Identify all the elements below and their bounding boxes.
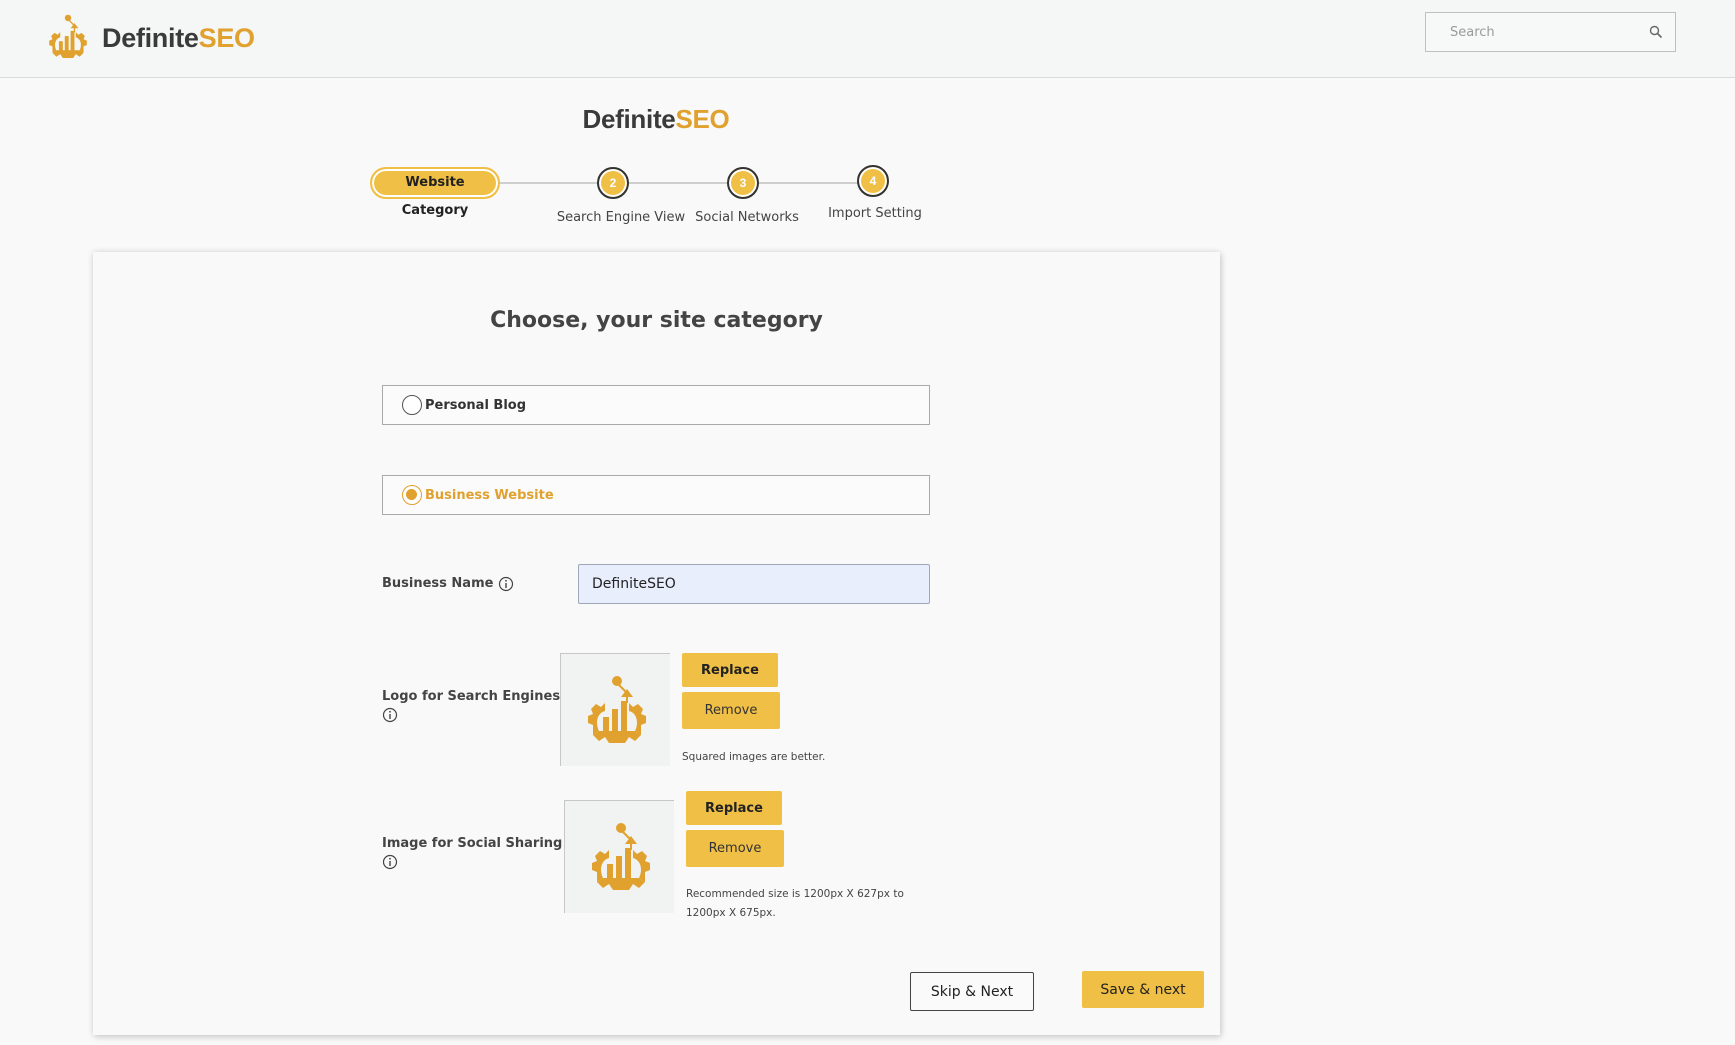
step-2-label[interactable]: Search Engine View [557, 210, 685, 225]
social-image-label: Image for Social Sharing [382, 835, 562, 871]
wizard-stepper: Website Category 2 Search Engine View 3 … [0, 160, 1000, 230]
brand-name: DefiniteSEO [102, 23, 255, 54]
info-icon[interactable] [382, 854, 398, 870]
stepper-line [500, 182, 874, 184]
logo-hint: Squared images are better. [682, 751, 826, 763]
wizard-title: DefiniteSEO [0, 104, 1312, 135]
business-name-label: Business Name [382, 575, 514, 593]
logo-replace-button[interactable]: Replace [682, 653, 778, 687]
search-box[interactable] [1425, 12, 1676, 52]
card-heading: Choose, your site category [490, 308, 823, 333]
step-3-dot[interactable]: 3 [727, 167, 759, 199]
brand-name-part2: SEO [198, 22, 255, 53]
brand[interactable]: DefiniteSEO [46, 10, 255, 66]
brand-logo-icon [48, 14, 88, 59]
step-3-label[interactable]: Social Networks [695, 210, 799, 225]
option-label: Personal Blog [425, 397, 527, 413]
logo-remove-button[interactable]: Remove [682, 692, 780, 729]
social-image-preview [564, 800, 674, 913]
logo-preview-image [587, 675, 647, 744]
logo-preview [560, 653, 670, 766]
step-4-dot[interactable]: 4 [857, 165, 889, 197]
save-next-button[interactable]: Save & next [1082, 971, 1204, 1008]
skip-next-button[interactable]: Skip & Next [910, 972, 1034, 1011]
top-bar: DefiniteSEO [0, 0, 1735, 78]
social-image-hint: Recommended size is 1200px X 627px to 12… [686, 888, 904, 919]
logo-label: Logo for Search Engines [382, 688, 560, 724]
social-image-preview-image [591, 822, 651, 891]
step-1-website-category[interactable]: Website Category [370, 167, 500, 218]
option-label: Business Website [425, 487, 554, 503]
wizard-title-part2: SEO [675, 104, 730, 134]
info-icon[interactable] [382, 707, 398, 723]
radio-personal-blog[interactable] [402, 395, 422, 415]
social-image-remove-button[interactable]: Remove [686, 830, 784, 867]
radio-business-website[interactable] [402, 485, 422, 505]
search-icon[interactable] [1649, 25, 1663, 39]
settings-card: Choose, your site category Personal Blog… [93, 252, 1220, 1035]
brand-name-part1: Definite [102, 22, 199, 53]
business-name-input[interactable] [578, 564, 930, 604]
step-4-label[interactable]: Import Setting [828, 206, 922, 221]
option-personal-blog[interactable]: Personal Blog [382, 385, 930, 425]
info-icon[interactable] [498, 576, 514, 592]
option-business-website[interactable]: Business Website [382, 475, 930, 515]
logo-label-text: Logo for Search Engines [382, 689, 561, 704]
social-image-replace-button[interactable]: Replace [686, 791, 782, 825]
step-2-dot[interactable]: 2 [597, 167, 629, 199]
search-input[interactable] [1426, 13, 1641, 51]
social-image-label-text: Image for Social Sharing [382, 836, 563, 851]
business-name-label-text: Business Name [382, 576, 494, 591]
wizard-title-part1: Definite [582, 104, 676, 134]
